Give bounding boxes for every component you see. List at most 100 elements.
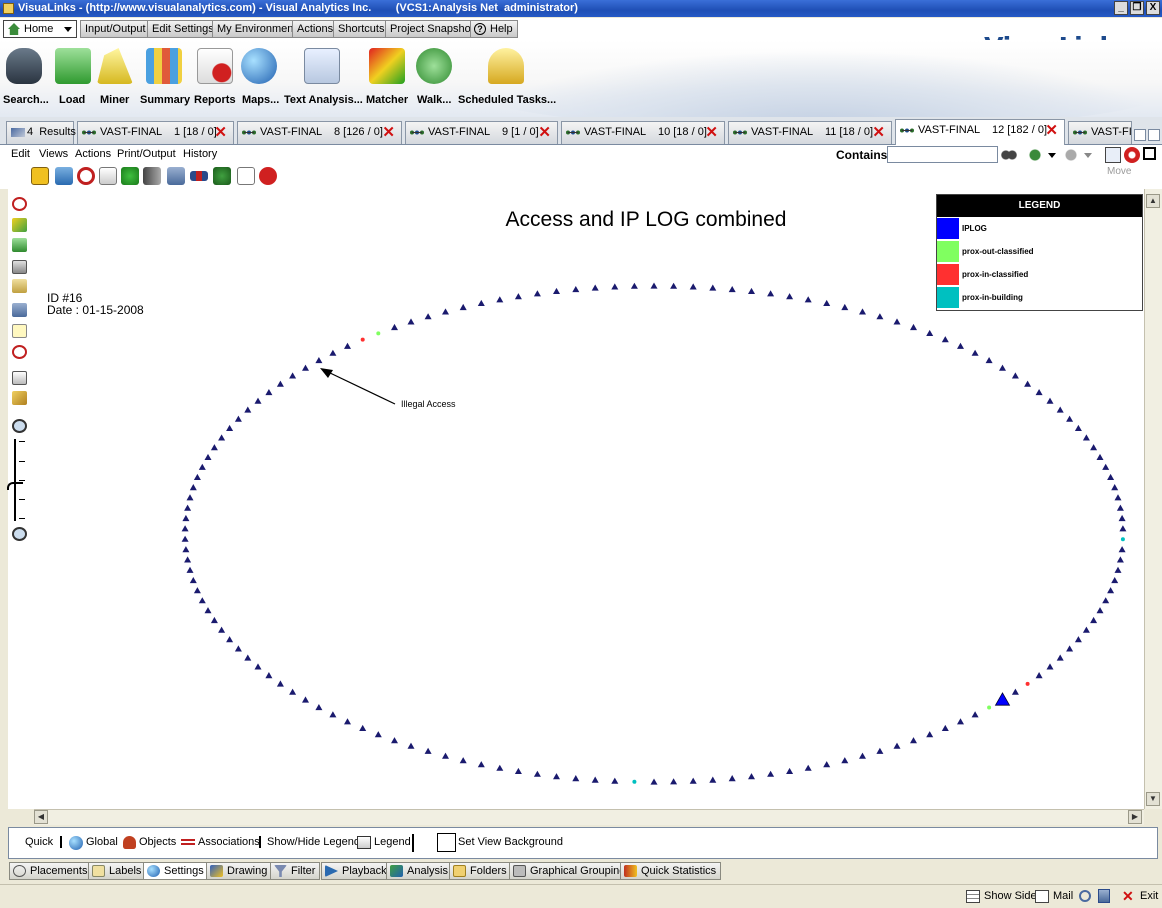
graph-node[interactable] — [193, 473, 201, 480]
graph-node[interactable] — [459, 757, 467, 764]
graph-node[interactable] — [1074, 636, 1082, 643]
graph-node[interactable] — [1035, 389, 1043, 396]
graph-node[interactable] — [186, 494, 194, 501]
graph-node[interactable] — [689, 777, 697, 784]
menu-home[interactable]: Home — [3, 20, 77, 38]
scroll-down-button[interactable]: ▼ — [1146, 792, 1160, 806]
redo-icon[interactable] — [1063, 147, 1079, 163]
graph-node[interactable] — [876, 313, 884, 320]
folder-tree-icon[interactable] — [12, 279, 27, 293]
menu-actions[interactable]: Actions — [292, 20, 339, 38]
graph-node[interactable] — [957, 342, 964, 349]
global-button[interactable]: Global — [60, 836, 118, 850]
ribbon-scheduled-tasks-label[interactable]: Scheduled Tasks... — [458, 94, 556, 106]
scroll-left-button[interactable]: ◀ — [34, 810, 48, 824]
graph-node[interactable] — [591, 776, 599, 783]
minimize-button[interactable]: _ — [1114, 1, 1128, 15]
graph-node[interactable] — [841, 303, 849, 311]
graph-node[interactable] — [184, 556, 192, 563]
graph-node[interactable] — [893, 742, 901, 749]
graph-node[interactable] — [1011, 688, 1019, 695]
close-tab-icon[interactable]: ✕ — [705, 125, 718, 140]
graph-node[interactable] — [344, 342, 351, 349]
summary-icon[interactable] — [146, 48, 182, 84]
graph-node[interactable] — [181, 535, 189, 542]
ribbon-walk-label[interactable]: Walk... — [417, 94, 451, 106]
bell-icon[interactable] — [488, 48, 524, 84]
graph-node[interactable] — [442, 752, 449, 759]
graph-node[interactable] — [210, 616, 218, 624]
menu-edit-settings[interactable]: Edit Settings — [147, 20, 219, 38]
graph-node[interactable] — [204, 607, 212, 614]
search-icon[interactable] — [1079, 890, 1091, 902]
tab-vast-final-9[interactable]: VAST-FINAL 9 [1 / 0] ✕ — [405, 121, 558, 144]
graph-node[interactable] — [999, 364, 1006, 371]
eraser-icon[interactable] — [12, 391, 27, 405]
graph-node[interactable] — [1066, 415, 1074, 422]
graph-node[interactable] — [226, 424, 234, 431]
graph-node[interactable] — [1025, 681, 1030, 686]
graph-node[interactable] — [244, 654, 252, 661]
graph-node[interactable] — [234, 645, 242, 652]
zoom-slider[interactable] — [7, 439, 27, 521]
crosshair-icon[interactable] — [12, 197, 27, 211]
graph-node[interactable] — [786, 767, 794, 774]
graph-node[interactable] — [315, 704, 323, 711]
chevron-down-icon[interactable] — [1084, 153, 1092, 158]
tab-placements[interactable]: Placements — [9, 862, 93, 880]
ribbon-matcher-label[interactable]: Matcher — [366, 94, 408, 106]
graph-node[interactable] — [748, 287, 755, 294]
tab-vast-final-11[interactable]: VAST-FINAL 11 [18 / 0] ✕ — [728, 121, 892, 144]
select-icon[interactable] — [1105, 147, 1121, 163]
restore-button[interactable]: ❐ — [1130, 1, 1144, 15]
graph-node[interactable] — [1102, 463, 1110, 470]
mail-button[interactable]: Mail — [1035, 890, 1073, 903]
graph-node[interactable] — [204, 453, 212, 460]
graph-node[interactable] — [198, 597, 206, 604]
close-tab-icon[interactable]: ✕ — [872, 125, 885, 140]
stop-icon[interactable] — [259, 167, 277, 185]
graph-node[interactable] — [987, 705, 992, 710]
graph-node[interactable] — [496, 764, 504, 771]
maximize-view-icon[interactable] — [1143, 147, 1156, 160]
close-tab-icon[interactable]: ✕ — [538, 125, 551, 140]
ribbon-load-label[interactable]: Load — [59, 94, 85, 106]
close-button[interactable]: X — [1146, 1, 1160, 15]
tab-folders[interactable]: Folders — [449, 862, 512, 880]
graph-node[interactable] — [514, 767, 522, 774]
tab-settings[interactable]: Settings — [143, 862, 209, 880]
menu-shortcuts[interactable]: Shortcuts — [333, 20, 390, 38]
graph-node[interactable] — [226, 636, 234, 643]
ribbon-text-analysis-label[interactable]: Text Analysis... — [284, 94, 363, 106]
close-tab-icon[interactable]: ✕ — [382, 125, 395, 140]
horizontal-scrollbar[interactable]: ◀ ▶ — [34, 809, 1144, 825]
export-icon[interactable] — [143, 167, 161, 185]
graph-node[interactable] — [1011, 372, 1019, 379]
graph-node[interactable] — [709, 284, 717, 291]
graph-node[interactable] — [1111, 577, 1119, 584]
graph-node[interactable] — [374, 731, 382, 738]
graph-node[interactable] — [823, 761, 831, 768]
set-view-background-label[interactable]: Set View Background — [458, 836, 563, 848]
graph-node[interactable] — [189, 577, 197, 584]
graph-node[interactable] — [1107, 473, 1115, 480]
graph-canvas[interactable]: Access and IP LOG combined ID #16 Date :… — [34, 189, 1144, 809]
graph-node[interactable] — [234, 415, 242, 422]
graph-node[interactable] — [477, 299, 485, 306]
graph-node[interactable] — [709, 776, 717, 783]
document-icon[interactable] — [237, 167, 255, 185]
graph-node[interactable] — [1082, 626, 1090, 633]
ribbon-search-label[interactable]: Search... — [3, 94, 49, 106]
graph-node[interactable] — [189, 484, 197, 491]
graph-node[interactable] — [1056, 654, 1064, 661]
graph-node[interactable] — [767, 290, 775, 297]
graph-node[interactable] — [1107, 587, 1115, 594]
ribbon-maps-label[interactable]: Maps... — [242, 94, 279, 106]
graph-node[interactable] — [1035, 672, 1043, 679]
graph-node[interactable] — [391, 737, 398, 744]
tab-vast-final-10[interactable]: VAST-FINAL 10 [18 / 0] ✕ — [561, 121, 725, 144]
graph-node[interactable] — [553, 287, 560, 294]
target-icon[interactable] — [12, 345, 27, 359]
graph-node[interactable] — [1074, 424, 1082, 431]
graph-node[interactable] — [315, 357, 323, 364]
